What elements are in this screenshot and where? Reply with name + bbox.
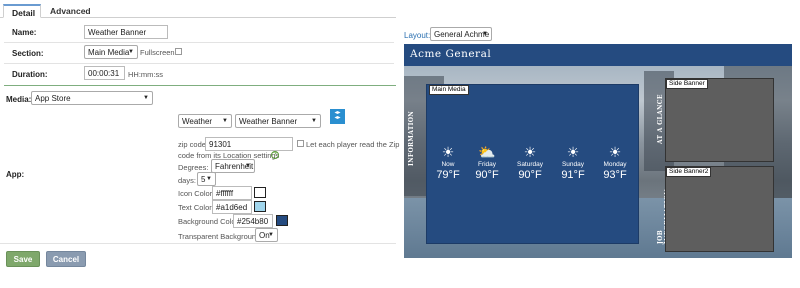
text-color-swatch[interactable] [254,201,266,212]
save-button[interactable]: Save [6,251,40,267]
duration-hint: HH:mm:ss [128,70,163,79]
divider [0,243,396,244]
weather-day-label: Monday [603,161,627,168]
chevron-down-icon: ▼ [128,49,134,55]
chevron-down-icon: ▼ [222,118,228,124]
weather-day-label: Saturday [516,161,544,168]
expand-icon: ◂▸ ◂▸ [334,110,341,121]
section-select[interactable]: Main Media ▼ [84,45,138,59]
background-color-input[interactable]: #254b80 [233,214,273,228]
cancel-button[interactable]: Cancel [46,251,86,267]
tab-advanced[interactable]: Advanced [42,4,92,18]
layout-select[interactable]: General Achme ▼ [430,27,492,41]
layout-label: Layout: [404,31,431,40]
tab-detail[interactable]: Detail [3,4,41,18]
zip-checkbox-text: Let each player read the Zip [306,140,400,149]
name-input[interactable]: Weather Banner [84,25,168,39]
app-select-value: Weather Banner [239,117,298,126]
weather-day: ☀ Sunday 91°F [553,144,593,181]
duration-input[interactable]: 00:00:31 [84,66,125,80]
weather-temperature: 90°F [518,169,542,181]
information-vertical-text: INFORMATION [408,110,415,166]
fullscreen-checkbox[interactable] [175,48,182,55]
transparent-background-label: Transparent Background: [178,232,263,241]
chevron-down-icon: ▼ [268,232,274,238]
degrees-label: Degrees: [178,163,209,172]
help-icon[interactable]: ? [271,151,279,159]
media-select-value: App Store [35,94,71,103]
sun-icon: ☀ [441,144,455,160]
media-label: Media: [6,95,32,104]
at-a-glance-vertical-text: AT A GLANCE [657,94,664,144]
weather-day: ☀ Monday 93°F [595,144,635,181]
weather-temperature: 93°F [603,169,627,181]
app-category-value: Weather [182,117,213,126]
name-label: Name: [12,28,37,37]
weather-day: ☀ Now 79°F [428,144,468,181]
app-select[interactable]: Weather Banner ▼ [235,114,321,128]
section-select-value: Main Media [88,48,130,57]
weather-temperature: 79°F [436,169,460,181]
media-select[interactable]: App Store ▼ [31,91,153,105]
transparent-background-select[interactable]: On ▼ [255,228,278,242]
fullscreen-label: Fullscreen [140,48,175,57]
partly-cloudy-icon: ⛅ [478,144,496,160]
icon-color-swatch[interactable] [254,187,266,198]
app-label: App: [6,170,25,179]
weather-day: ⛅ Friday 90°F [467,144,507,181]
weather-day-label: Friday [477,161,497,168]
days-select-value: 5 [201,175,206,184]
expand-button[interactable]: ◂▸ ◂▸ [330,109,345,124]
background-color-label: Background Color: [178,217,241,226]
degrees-select[interactable]: Fahrenheit ▼ [211,159,255,173]
chevron-down-icon: ▼ [143,95,149,101]
text-color-label: Text Color: [178,203,214,212]
weather-day-label: Now [441,161,455,168]
side-banner-tag: Side Banner [666,79,708,89]
chevron-down-icon: ▼ [206,176,212,182]
sun-icon: ☀ [566,144,580,160]
section-divider [4,85,396,86]
days-label: days: [178,176,196,185]
chevron-down-icon: ▼ [245,163,251,169]
divider [4,63,394,64]
layout-preview: Acme General INFORMATION Main Media AT A… [404,44,792,258]
divider [4,42,394,43]
main-media-tag: Main Media [429,85,469,95]
zip-label: zip code: [178,140,209,149]
preview-header: Acme General [404,44,792,66]
sun-icon: ☀ [608,144,622,160]
days-select[interactable]: 5 ▼ [197,172,216,186]
app-category-select[interactable]: Weather ▼ [178,114,232,128]
zip-input[interactable]: 91301 [205,137,293,151]
side-banner2-tag: Side Banner2 [666,167,712,177]
icon-color-input[interactable]: #ffffff [212,186,252,200]
duration-label: Duration: [12,70,48,79]
section-label: Section: [12,49,44,58]
chevron-down-icon: ▼ [311,118,317,124]
weather-temperature: 91°F [561,169,585,181]
preview-header-title: Acme General [410,48,492,60]
layout-select-value: General Achme [434,30,490,39]
weather-day: ☀ Saturday 90°F [510,144,550,181]
background-color-swatch[interactable] [276,215,288,226]
zip-location-checkbox[interactable] [297,140,304,147]
icon-color-label: Icon Color: [178,189,215,198]
weather-temperature: 90°F [475,169,499,181]
side-banner-panel[interactable]: Side Banner [665,78,774,162]
side-banner2-panel[interactable]: Side Banner2 [665,166,774,252]
chevron-down-icon: ▼ [482,31,488,37]
sun-icon: ☀ [523,144,537,160]
weather-day-label: Sunday [561,161,585,168]
text-color-input[interactable]: #a1d6ed [212,200,252,214]
tab-bar: Detail Advanced [0,0,396,18]
